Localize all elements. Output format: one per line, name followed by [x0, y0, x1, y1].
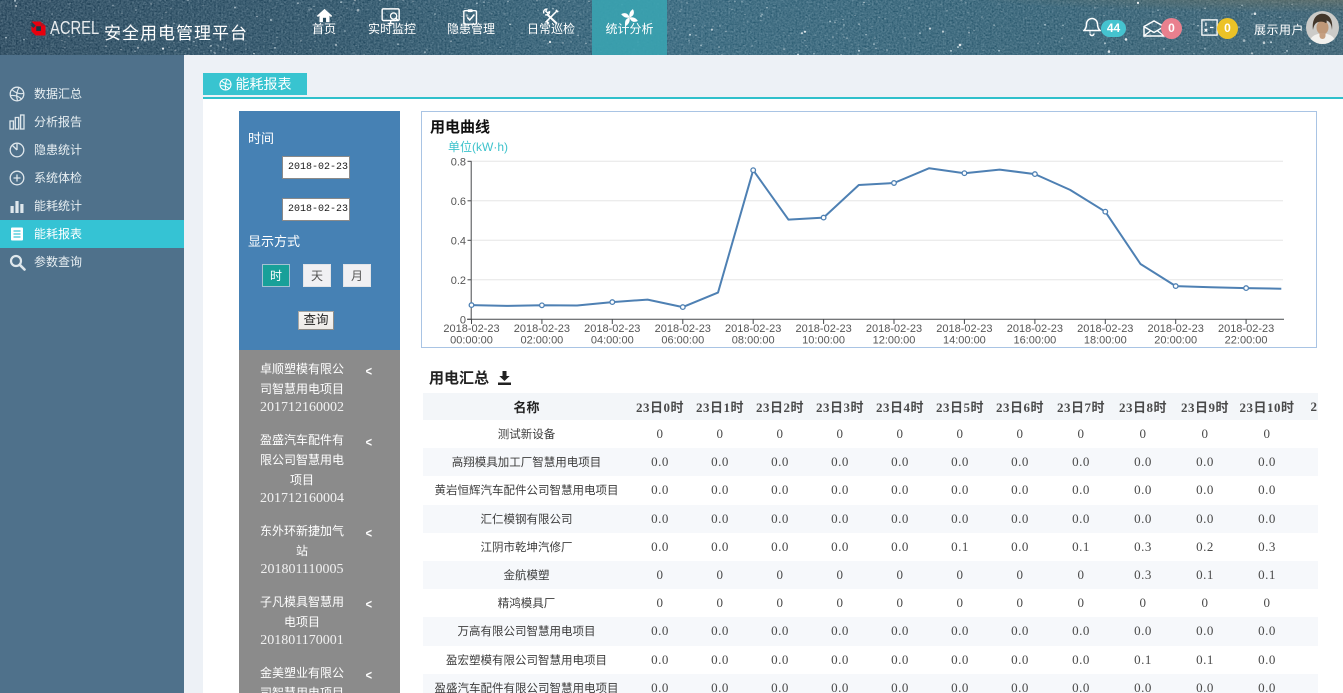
svg-text:22:00:00: 22:00:00 [1225, 335, 1268, 347]
svg-text:2018-02-23: 2018-02-23 [866, 323, 922, 335]
svg-text:0.6: 0.6 [451, 196, 466, 208]
svg-text:2018-02-23: 2018-02-23 [795, 323, 851, 335]
svg-text:2018-02-23: 2018-02-23 [936, 323, 992, 335]
svg-text:16:00:00: 16:00:00 [1013, 335, 1056, 347]
svg-text:04:00:00: 04:00:00 [591, 335, 634, 347]
svg-text:06:00:00: 06:00:00 [661, 335, 704, 347]
svg-text:18:00:00: 18:00:00 [1084, 335, 1127, 347]
svg-text:2018-02-23: 2018-02-23 [725, 323, 781, 335]
svg-text:0.2: 0.2 [451, 275, 466, 287]
svg-text:20:00:00: 20:00:00 [1154, 335, 1197, 347]
svg-text:2018-02-23: 2018-02-23 [584, 323, 640, 335]
svg-text:02:00:00: 02:00:00 [520, 335, 563, 347]
svg-text:2018-02-23: 2018-02-23 [1007, 323, 1063, 335]
svg-text:2018-02-23: 2018-02-23 [514, 323, 570, 335]
svg-text:0.8: 0.8 [451, 156, 466, 168]
svg-text:14:00:00: 14:00:00 [943, 335, 986, 347]
svg-text:2018-02-23: 2018-02-23 [1077, 323, 1133, 335]
svg-text:10:00:00: 10:00:00 [802, 335, 845, 347]
svg-text:2018-02-23: 2018-02-23 [655, 323, 711, 335]
svg-text:2018-02-23: 2018-02-23 [1148, 323, 1204, 335]
svg-text:2018-02-23: 2018-02-23 [443, 323, 499, 335]
svg-text:0.4: 0.4 [451, 235, 466, 247]
svg-text:2018-02-23: 2018-02-23 [1218, 323, 1274, 335]
svg-text:00:00:00: 00:00:00 [450, 335, 493, 347]
svg-text:12:00:00: 12:00:00 [873, 335, 916, 347]
svg-text:08:00:00: 08:00:00 [732, 335, 775, 347]
